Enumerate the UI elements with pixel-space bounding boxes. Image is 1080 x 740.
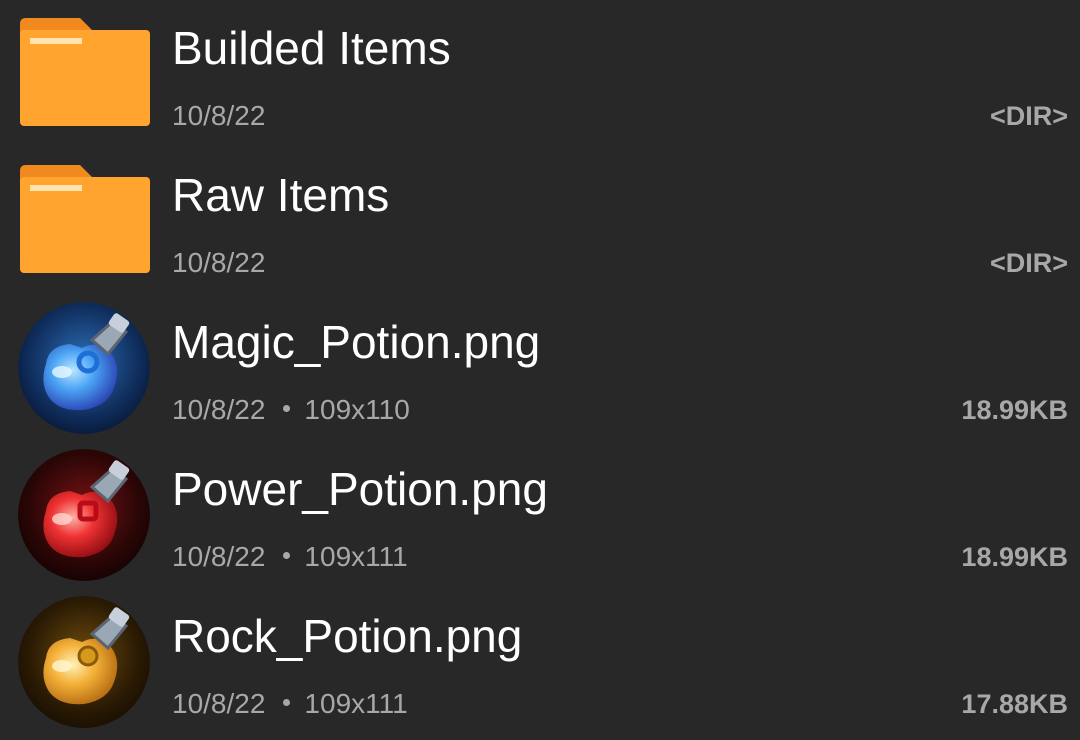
file-date: 10/8/22	[172, 100, 266, 131]
file-meta: 10/8/22 109x110	[172, 393, 410, 427]
file-date: 10/8/22	[172, 394, 266, 425]
image-dimensions: 109x111	[304, 541, 408, 572]
file-meta: 10/8/22 109x111	[172, 687, 408, 721]
separator-dot	[283, 699, 291, 707]
file-date: 10/8/22	[172, 541, 266, 572]
rock-potion-thumbnail	[18, 596, 150, 728]
file-row[interactable]: Power_Potion.png 10/8/22 109x111 18.99KB	[0, 441, 1080, 588]
file-meta: 10/8/22 109x111	[172, 540, 408, 574]
file-date: 10/8/22	[172, 247, 266, 278]
file-size: 18.99KB	[961, 395, 1068, 425]
file-meta: 10/8/22	[172, 246, 265, 280]
file-size: 18.99KB	[961, 542, 1068, 572]
file-name: Magic_Potion.png	[172, 316, 541, 368]
file-meta: 10/8/22	[172, 99, 265, 133]
power-potion-thumbnail	[18, 449, 150, 581]
file-row[interactable]: Magic_Potion.png 10/8/22 109x110 18.99KB	[0, 294, 1080, 441]
folder-icon	[18, 155, 150, 287]
image-dimensions: 109x111	[304, 688, 408, 719]
folder-icon	[18, 8, 150, 140]
separator-dot	[283, 405, 291, 413]
folder-row[interactable]: Raw Items 10/8/22 <DIR>	[0, 147, 1080, 294]
file-name: Power_Potion.png	[172, 463, 548, 515]
file-size: 17.88KB	[961, 689, 1068, 719]
file-row[interactable]: Rock_Potion.png 10/8/22 109x111 17.88KB	[0, 588, 1080, 735]
file-name: Rock_Potion.png	[172, 610, 523, 662]
file-size: <DIR>	[989, 248, 1068, 278]
image-dimensions: 109x110	[304, 394, 410, 425]
file-name: Builded Items	[172, 22, 451, 74]
separator-dot	[283, 552, 291, 560]
folder-row[interactable]: Builded Items 10/8/22 <DIR>	[0, 0, 1080, 147]
file-date: 10/8/22	[172, 688, 266, 719]
file-size: <DIR>	[989, 101, 1068, 131]
file-name: Raw Items	[172, 169, 390, 221]
magic-potion-thumbnail	[18, 302, 150, 434]
file-list: Builded Items 10/8/22 <DIR> Raw Items 10…	[0, 0, 1080, 740]
